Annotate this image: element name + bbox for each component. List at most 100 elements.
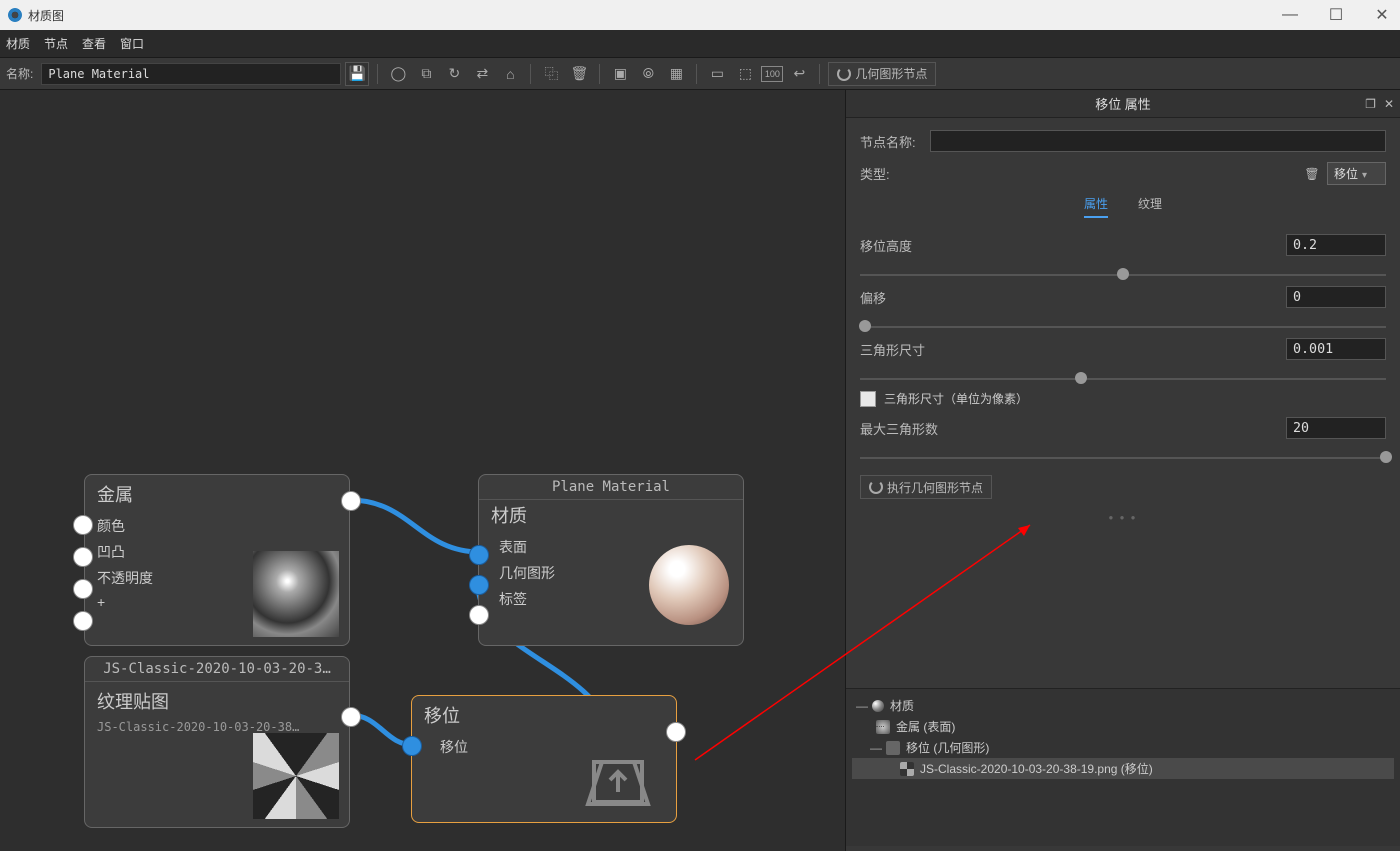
maxtri-label: 最大三角形数 (860, 419, 1286, 438)
window-titlebar: 材质图 — ☐ ✕ (0, 0, 1400, 30)
tree-toggle[interactable]: — (856, 699, 866, 713)
node-planemat-title: 材质 (479, 500, 743, 534)
tool1-icon[interactable]: ▣ (608, 62, 632, 86)
node-texture-preview (253, 733, 339, 819)
minimize-button[interactable]: — (1280, 5, 1300, 25)
port-displace-in[interactable] (402, 736, 422, 756)
tree-tex-label[interactable]: JS-Classic-2020-10-03-20-38-19.png (移位) (920, 760, 1153, 777)
app-logo-icon (8, 8, 22, 22)
port-geometry[interactable] (469, 575, 489, 595)
node-plane-material[interactable]: Plane Material 材质 表面 几何图形 标签 (478, 474, 744, 646)
offset-slider[interactable] (860, 318, 1386, 334)
settings-icon[interactable]: ⇄ (470, 62, 494, 86)
maxtri-slider[interactable] (860, 449, 1386, 465)
height-label: 移位高度 (860, 236, 1286, 255)
tree-displace-label[interactable]: 移位 (几何图形) (906, 739, 989, 756)
node-metal-title: 金属 (85, 475, 349, 513)
node-planemat-header: Plane Material (479, 475, 743, 500)
displace-tree-icon (886, 741, 900, 755)
align-icon[interactable]: ▭ (705, 62, 729, 86)
tab-attributes[interactable]: 属性 (1084, 195, 1108, 218)
node-metal-preview (253, 551, 339, 637)
node-displace-title: 移位 (412, 696, 676, 734)
tree-root-label[interactable]: 材质 (890, 697, 914, 714)
close-button[interactable]: ✕ (1372, 5, 1392, 25)
trisize-label: 三角形尺寸 (860, 340, 1286, 359)
node-name-input[interactable] (930, 130, 1386, 152)
port-color[interactable] (73, 515, 93, 535)
duplicate-icon[interactable]: ⿻ (539, 62, 563, 86)
node-texture-title: 纹理贴图 (85, 682, 349, 720)
properties-panel: 移位 属性 ❐ ✕ 节点名称: 类型: 🗑 移位▾ 属性 (846, 90, 1400, 851)
tree-metal-label[interactable]: 金属 (表面) (896, 718, 955, 735)
type-label: 类型: (860, 164, 930, 183)
panel-expand-icon[interactable]: ❐ (1365, 97, 1376, 111)
node-metal[interactable]: 金属 颜色 凹凸 不透明度 + (84, 474, 350, 646)
node-texture[interactable]: JS-Classic-2020-10-03-20-3… 纹理贴图 JS-Clas… (84, 656, 350, 828)
properties-header: 移位 属性 ❐ ✕ (846, 90, 1400, 118)
refresh-small-icon (869, 480, 883, 494)
offset-input[interactable] (1286, 286, 1386, 308)
port-displace-out[interactable] (666, 722, 686, 742)
node-displacement[interactable]: 移位 移位 (411, 695, 677, 823)
port-bump[interactable] (73, 547, 93, 567)
sphere-icon (872, 700, 884, 712)
tree-toggle[interactable]: — (870, 741, 880, 755)
tool3-icon[interactable]: ▦ (664, 62, 688, 86)
delete-type-icon[interactable]: 🗑 (1303, 165, 1321, 183)
material-name-input[interactable] (41, 63, 341, 85)
node-texture-header: JS-Classic-2020-10-03-20-3… (85, 657, 349, 682)
type-select[interactable]: 移位▾ (1327, 162, 1386, 185)
hundred-icon[interactable]: 100 (761, 66, 783, 82)
geometry-node-button[interactable]: 几何图形节点 (828, 62, 936, 86)
picker-icon[interactable]: ⌂ (498, 62, 522, 86)
save-icon[interactable]: 💾 (345, 62, 369, 86)
offset-label: 偏移 (860, 288, 1286, 307)
displacement-icon (578, 732, 658, 812)
port-color-label: 颜色 (85, 513, 349, 539)
divider (599, 64, 600, 84)
port-opacity[interactable] (73, 579, 93, 599)
search-icon[interactable]: ◯ (386, 62, 410, 86)
trisize-px-label: 三角形尺寸（单位为像素） (884, 390, 1028, 407)
trash-icon[interactable]: 🗑 (567, 62, 591, 86)
panel-grip[interactable]: ● ● ● (846, 511, 1400, 524)
name-label: 名称: (6, 65, 33, 82)
panel-bottom (846, 846, 1400, 851)
refresh-small-icon (837, 67, 851, 81)
tree-line (876, 726, 884, 727)
port-metal-out[interactable] (341, 491, 361, 511)
height-slider[interactable] (860, 266, 1386, 282)
port-plus[interactable] (73, 611, 93, 631)
tab-texture[interactable]: 纹理 (1138, 195, 1162, 218)
copy-icon[interactable]: ⧉ (414, 62, 438, 86)
panel-close-icon[interactable]: ✕ (1384, 97, 1394, 111)
tool2-icon[interactable]: ⦾ (636, 62, 660, 86)
menu-window[interactable]: 窗口 (120, 35, 144, 52)
maxtri-input[interactable] (1286, 417, 1386, 439)
divider (819, 64, 820, 84)
divider (530, 64, 531, 84)
port-texture-out[interactable] (341, 707, 361, 727)
menu-node[interactable]: 节点 (44, 35, 68, 52)
back-icon[interactable]: ↩ (787, 62, 811, 86)
port-tag[interactable] (469, 605, 489, 625)
maximize-button[interactable]: ☐ (1326, 5, 1346, 25)
menu-material[interactable]: 材质 (6, 35, 30, 52)
type-value: 移位 (1334, 167, 1358, 181)
refresh-icon[interactable]: ↻ (442, 62, 466, 86)
port-surface[interactable] (469, 545, 489, 565)
node-planemat-preview (649, 545, 729, 625)
frame-icon[interactable]: ⬚ (733, 62, 757, 86)
node-graph-canvas[interactable]: 金属 颜色 凹凸 不透明度 + JS-Classic-2020-10-03-20… (0, 90, 846, 851)
menu-view[interactable]: 查看 (82, 35, 106, 52)
trisize-input[interactable] (1286, 338, 1386, 360)
execute-geometry-button[interactable]: 执行几何图形节点 (860, 475, 992, 499)
properties-title: 移位 属性 (1095, 94, 1151, 113)
node-name-label: 节点名称: (860, 132, 930, 151)
hierarchy-tree[interactable]: — 材质 金属 (表面) — 移位 (几何图形) JS-Classic-2020… (846, 688, 1400, 846)
trisize-px-checkbox[interactable] (860, 391, 876, 407)
toolbar: 名称: 💾 ◯ ⧉ ↻ ⇄ ⌂ ⿻ 🗑 ▣ ⦾ ▦ ▭ ⬚ 100 ↩ 几何图形… (0, 58, 1400, 90)
trisize-slider[interactable] (860, 370, 1386, 386)
height-input[interactable] (1286, 234, 1386, 256)
